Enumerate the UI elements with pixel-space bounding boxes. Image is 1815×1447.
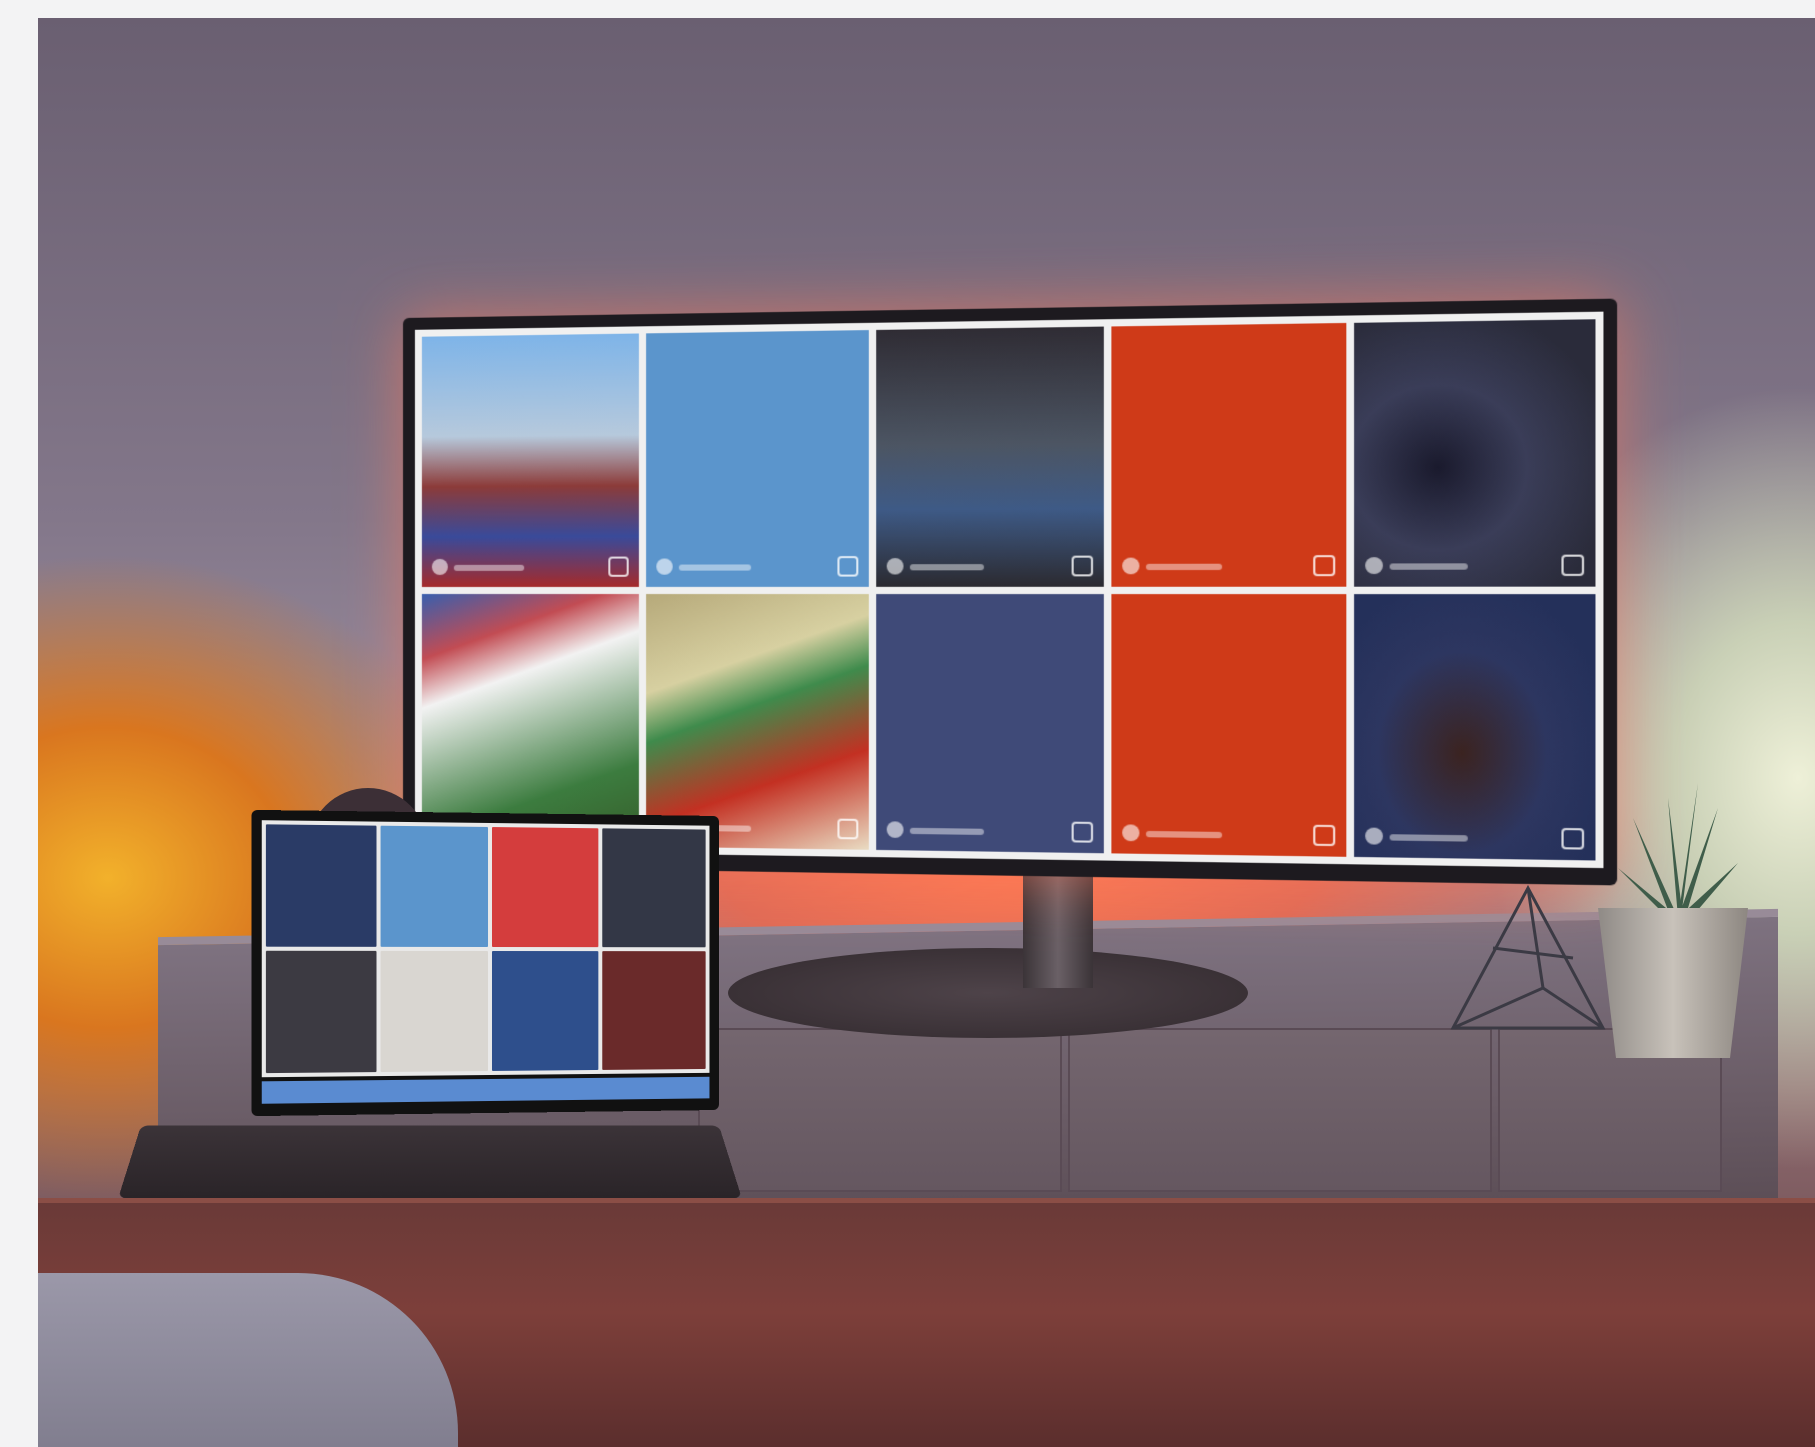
author-avatar bbox=[886, 821, 904, 838]
wall-tile-photo bbox=[421, 333, 639, 587]
author-name-placeholder bbox=[909, 563, 984, 570]
author-name-placeholder bbox=[909, 827, 984, 835]
ultrawide-monitor bbox=[403, 298, 1618, 886]
author-name-placeholder bbox=[1146, 563, 1223, 570]
author-avatar bbox=[1122, 557, 1140, 574]
author-name-placeholder bbox=[678, 563, 751, 571]
wall-tile-text bbox=[875, 593, 1105, 854]
author-avatar bbox=[1365, 556, 1384, 574]
wall-tile-text bbox=[645, 330, 869, 587]
monitor-base bbox=[728, 948, 1248, 1038]
author-name-placeholder bbox=[1146, 830, 1223, 839]
riser-drawer bbox=[1068, 1028, 1492, 1192]
instagram-icon bbox=[1561, 827, 1585, 850]
laptop-tile bbox=[380, 950, 489, 1073]
riser-drawer bbox=[698, 1028, 1062, 1192]
wall-tile-photo bbox=[645, 593, 869, 850]
laptop-keyboard-base bbox=[118, 1125, 742, 1199]
social-wall-grid bbox=[414, 311, 1604, 869]
instagram-icon bbox=[1071, 555, 1094, 576]
author-name-placeholder bbox=[1389, 562, 1469, 570]
geometric-wire-decor bbox=[1450, 884, 1606, 1030]
tile-caption bbox=[660, 355, 854, 358]
instagram-icon bbox=[1313, 554, 1336, 576]
laptop-tile bbox=[491, 827, 598, 948]
instagram-icon bbox=[1071, 821, 1094, 843]
author-avatar bbox=[1122, 824, 1140, 842]
author-avatar bbox=[656, 557, 673, 575]
tile-caption bbox=[1127, 348, 1331, 351]
laptop-tile bbox=[601, 828, 706, 948]
laptop-social-grid bbox=[261, 820, 710, 1078]
laptop-tile bbox=[265, 950, 376, 1074]
laptop bbox=[251, 809, 720, 1117]
wall-tile-text bbox=[1111, 322, 1347, 587]
instagram-icon bbox=[836, 555, 858, 577]
wall-tile-photo bbox=[1354, 319, 1596, 587]
laptop-tile bbox=[265, 824, 376, 947]
laptop-tile bbox=[380, 825, 489, 947]
author-name-placeholder bbox=[453, 564, 525, 571]
author-name-placeholder bbox=[1389, 834, 1469, 842]
wall-tile-photo bbox=[421, 593, 639, 847]
wall-tile-photo bbox=[875, 326, 1105, 587]
wall-tile-text bbox=[1111, 593, 1347, 857]
instagram-icon bbox=[1313, 824, 1336, 847]
succulent-plant bbox=[1618, 783, 1738, 918]
author-avatar bbox=[886, 557, 904, 575]
desk-setup-photo bbox=[38, 18, 1815, 1447]
instagram-icon bbox=[608, 556, 629, 577]
instagram-icon bbox=[836, 818, 858, 840]
author-avatar bbox=[1365, 827, 1384, 845]
wall-tile-photo bbox=[1354, 593, 1596, 861]
laptop-taskbar bbox=[261, 1076, 710, 1104]
author-avatar bbox=[431, 558, 448, 575]
laptop-tile bbox=[491, 951, 598, 1071]
laptop-tile bbox=[601, 951, 706, 1070]
instagram-icon bbox=[1561, 554, 1585, 576]
plant-pot bbox=[1598, 908, 1748, 1058]
